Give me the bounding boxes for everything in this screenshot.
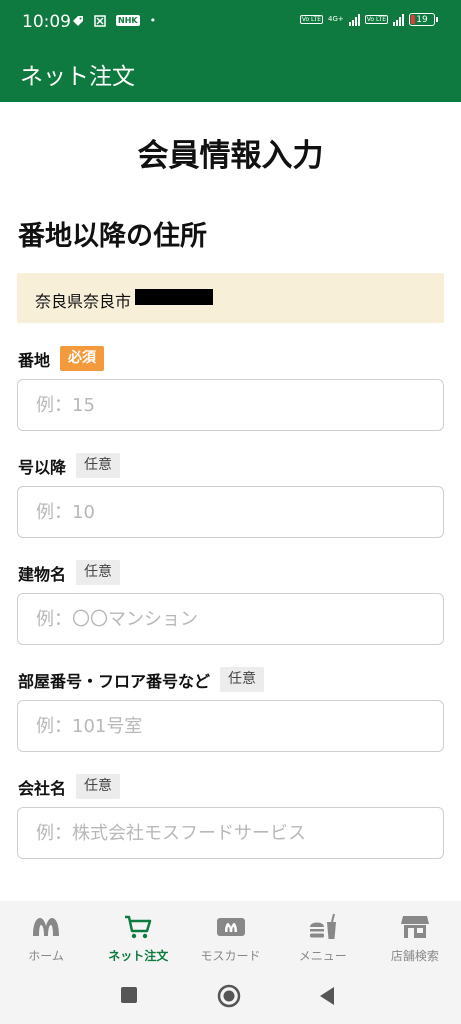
building-label: 建物名 xyxy=(18,564,67,584)
room-label-row: 部屋番号・フロア番号など 任意 xyxy=(18,667,265,692)
back-button[interactable] xyxy=(318,986,336,1010)
prefilled-address: 奈良県奈良市 xyxy=(35,292,132,311)
nav-mos-card[interactable]: モスカード xyxy=(184,901,276,969)
app-bar: ネット注文 xyxy=(0,44,461,102)
tag-icon xyxy=(73,15,83,26)
bottom-nav: ホーム ネット注文 モスカード メニュー 店舗検索 xyxy=(0,901,461,969)
section-title: 番地以降の住所 xyxy=(18,221,207,252)
redacted-text xyxy=(135,289,213,305)
system-navigation-bar xyxy=(0,969,461,1024)
required-badge: 必須 xyxy=(60,346,105,371)
nav-net-order-label: ネット注文 xyxy=(108,949,169,963)
nav-menu[interactable]: メニュー xyxy=(277,901,369,969)
prefilled-address-box: 奈良県奈良市 xyxy=(17,273,444,323)
nav-store-search[interactable]: 店舗検索 xyxy=(369,901,461,969)
signal-icon xyxy=(348,13,360,26)
square-icon xyxy=(121,987,137,1003)
battery-icon: 19 xyxy=(409,13,438,26)
burger-drink-icon xyxy=(308,913,338,941)
building-input[interactable] xyxy=(17,593,444,645)
dot-icon: • xyxy=(149,14,157,27)
gou-label-row: 号以降 任意 xyxy=(18,453,121,478)
optional-badge: 任意 xyxy=(76,560,121,585)
nav-store-search-label: 店舗検索 xyxy=(390,949,439,963)
room-label: 部屋番号・フロア番号など xyxy=(18,671,211,691)
nhk-icon: NHK xyxy=(116,15,140,26)
optional-badge: 任意 xyxy=(76,774,121,799)
app-bar-title: ネット注文 xyxy=(20,64,135,90)
nav-mos-card-label: モスカード xyxy=(200,949,261,963)
app-notification-icon xyxy=(94,14,106,27)
nav-home-label: ホーム xyxy=(28,949,64,963)
optional-badge: 任意 xyxy=(220,667,265,692)
nav-net-order[interactable]: ネット注文 xyxy=(92,901,184,969)
circle-icon xyxy=(217,984,241,1008)
company-label-row: 会社名 任意 xyxy=(18,774,121,799)
network-type: 4G+ xyxy=(328,15,344,23)
card-icon xyxy=(216,913,246,941)
recents-button[interactable] xyxy=(120,986,138,1008)
system-indicators: Vo LTE 4G+ Vo LTE 19 xyxy=(299,13,438,26)
volte-icon-2: Vo LTE xyxy=(364,15,388,24)
gou-input[interactable] xyxy=(17,486,444,538)
room-input[interactable] xyxy=(17,700,444,752)
building-label-row: 建物名 任意 xyxy=(18,560,121,585)
mos-logo-icon xyxy=(31,913,61,941)
notification-icons: NHK • xyxy=(72,14,156,27)
cart-icon xyxy=(123,913,153,941)
optional-badge: 任意 xyxy=(76,453,121,478)
page-title: 会員情報入力 xyxy=(137,138,324,174)
battery-level: 19 xyxy=(416,14,428,25)
store-icon xyxy=(400,913,430,941)
company-input[interactable] xyxy=(17,807,444,859)
volte-icon: Vo LTE xyxy=(299,15,324,24)
banchi-label: 番地 xyxy=(18,350,51,370)
nav-menu-label: メニュー xyxy=(298,949,347,963)
status-bar: 10:09 NHK • Vo LTE 4G+ Vo LTE 19 xyxy=(0,0,461,44)
nav-home[interactable]: ホーム xyxy=(0,901,92,969)
back-triangle-icon xyxy=(320,987,334,1005)
home-button[interactable] xyxy=(217,984,241,1012)
banchi-label-row: 番地 必須 xyxy=(18,346,105,371)
banchi-input[interactable] xyxy=(17,379,444,431)
gou-label: 号以降 xyxy=(18,457,67,477)
status-time: 10:09 xyxy=(22,12,71,32)
company-label: 会社名 xyxy=(18,778,67,798)
signal-icon-2 xyxy=(393,13,404,26)
